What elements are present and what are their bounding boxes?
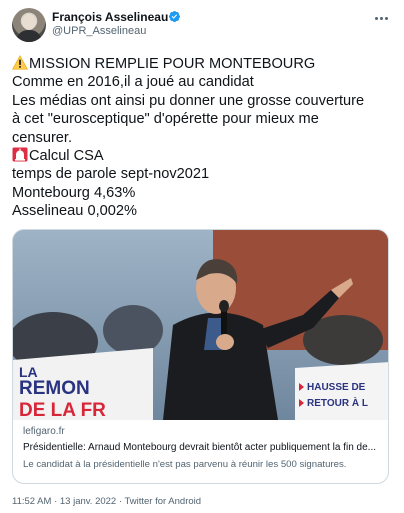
link-preview-meta: lefigaro.fr Présidentielle: Arnaud Monte… [23, 426, 378, 470]
tweet-line: Montebourg 4,63% [12, 184, 136, 201]
tweet-timestamp[interactable]: 11:52 AM · 13 janv. 2022 · Twitter for A… [12, 496, 201, 507]
avatar-face [22, 14, 36, 30]
link-description: Le candidat à la présidentielle n'est pa… [23, 459, 347, 470]
news-photo: LA REMON DE LA FR HAUSSE DE RETOUR À L [13, 230, 388, 420]
tweet-line: Comme en 2016,il a joué au candidat [12, 74, 254, 91]
tweet-line: à cet "eurosceptique" d'opérette pour mi… [12, 111, 319, 128]
avatar-body [16, 30, 42, 42]
link-title[interactable]: Présidentielle: Arnaud Montebourg devrai… [23, 442, 378, 453]
tweet-line: temps de parole sept-nov2021 [12, 166, 210, 183]
banner-left-line-2: REMON [19, 378, 90, 399]
tweet-line: Calcul CSA [12, 147, 396, 165]
verified-badge-icon [168, 10, 181, 23]
author-name[interactable]: François Asselineau [52, 10, 168, 24]
tweet-line: MISSION REMPLIE POUR MONTEBOURG [12, 55, 396, 73]
link-preview-image[interactable]: LA REMON DE LA FR HAUSSE DE RETOUR À L [13, 230, 388, 420]
tweet-line-text: MISSION REMPLIE POUR MONTEBOURG [29, 56, 316, 72]
tweet-text: MISSION REMPLIE POUR MONTEBOURG Comme en… [12, 55, 396, 221]
tweet-line: Asselineau 0,002% [12, 203, 137, 220]
banner-right-line-2: RETOUR À L [307, 396, 368, 409]
link-domain: lefigaro.fr [23, 426, 65, 437]
tweet-line: Les médias ont ainsi pu donner une gross… [12, 92, 365, 109]
tweet-line-text: Calcul CSA [29, 148, 104, 165]
banner-right-line-1: HAUSSE DE [307, 382, 366, 393]
tweet-line: censurer. [12, 129, 73, 146]
more-options-icon[interactable] [368, 8, 394, 28]
link-preview-card[interactable]: LA REMON DE LA FR HAUSSE DE RETOUR À L l… [12, 229, 389, 484]
warning-icon [12, 55, 28, 70]
banner-left-line-3: DE LA FR [19, 400, 106, 420]
author-handle[interactable]: @UPR_Asselineau [52, 25, 146, 37]
siren-icon [12, 147, 28, 162]
author-avatar[interactable] [12, 8, 46, 42]
